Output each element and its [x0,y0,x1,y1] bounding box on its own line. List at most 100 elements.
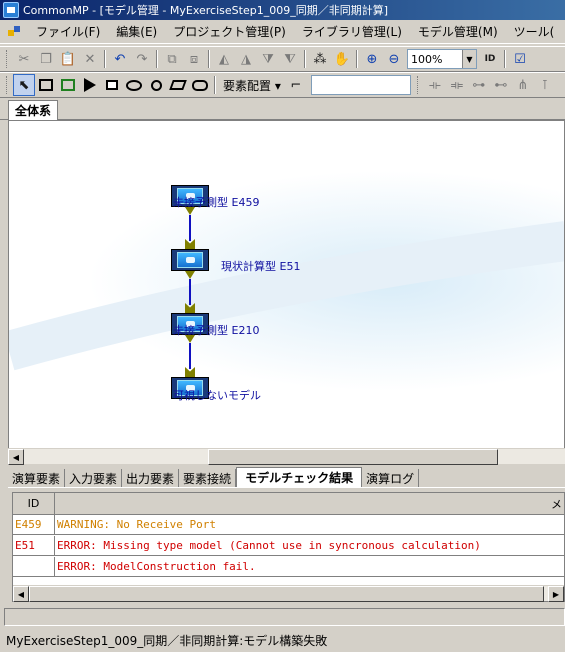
scroll-left-icon[interactable]: ◀ [8,449,24,465]
align-right-icon[interactable]: ⧩ [257,48,279,70]
tab-element-connections[interactable]: 要素接続 [179,469,237,487]
tab-calc-elements[interactable]: 演算要素 [8,469,66,487]
triangle-tool-icon[interactable] [79,74,101,96]
rounded-rect-tool-icon[interactable] [189,74,211,96]
toolbar-separator [214,76,216,94]
bring-front-icon[interactable]: ⧉ [161,48,183,70]
menu-tools[interactable]: ツール( [506,23,563,40]
toolbar-separator [156,50,158,68]
document-tab-strip: 全体系 [0,98,565,120]
send-back-icon[interactable]: ⧈ [183,48,205,70]
node-label: 可視しないモデル [173,389,261,402]
menu-model[interactable]: モデル管理(M) [410,23,506,40]
drawing-toolbar: ⬉ 要素配置 ▾ ⌐ ⟛ ⟚ ⊶ ⊷ ⋔ ⊺ [0,72,565,98]
toolbar-separator [104,50,106,68]
tab-model-check-results[interactable]: モデルチェック結果 [236,467,363,487]
title-bar[interactable]: CommonMP - [モデル管理 - MyExerciseStep1_009_… [0,0,565,20]
toolbar-text-input[interactable] [310,75,411,95]
output-port[interactable] [185,207,195,215]
layout-icon-2[interactable]: ⟚ [446,74,468,96]
paste-icon[interactable]: 📋 [57,48,79,70]
menu-edit[interactable]: 編集(E) [108,23,165,40]
dropdown-arrow-icon: ▾ [274,78,281,93]
zoom-in-icon[interactable]: ⊕ [361,48,383,70]
layout-icon-3[interactable]: ⊶ [468,74,490,96]
column-header-id[interactable]: ID [13,493,55,514]
toolbar-grip[interactable] [6,76,10,94]
table-row[interactable]: ERROR: ModelConstruction fail. [13,557,564,577]
connection-line[interactable] [189,343,191,369]
toolbar-separator [208,50,210,68]
canvas-horizontal-scrollbar[interactable]: ◀ [8,448,565,465]
zoom-out-icon[interactable]: ⊖ [383,48,405,70]
redo-icon[interactable]: ↷ [131,48,153,70]
copy-icon[interactable]: ❐ [35,48,57,70]
result-tab-strip: 演算要素 入力要素 出力要素 要素接続 モデルチェック結果 演算ログ [8,467,565,488]
toolbar-separator [356,50,358,68]
row-message: WARNING: No Receive Port [57,518,216,531]
row-message: ERROR: ModelConstruction fail. [57,560,256,573]
column-header-message[interactable]: メ [55,493,564,514]
row-message: ERROR: Missing type model (Cannot use in… [57,539,481,552]
menu-bar: ファイル(F) 編集(E) プロジェクト管理(P) ライブラリ管理(L) モデル… [0,20,565,44]
output-port[interactable] [185,335,195,343]
menu-library[interactable]: ライブラリ管理(L) [294,23,410,40]
tab-output-elements[interactable]: 出力要素 [122,469,180,487]
toolbar-separator [504,50,506,68]
document-icon[interactable] [8,24,24,40]
model-node[interactable] [171,249,209,271]
tab-calc-log[interactable]: 演算ログ [362,469,420,487]
layout-dropdown[interactable]: 要素配置 ▾ [219,77,285,94]
tab-whole-system[interactable]: 全体系 [8,100,59,120]
align-center-icon[interactable]: ◮ [235,48,257,70]
grid-horizontal-scrollbar[interactable]: ◀ ▶ [13,585,564,602]
status-bar: MyExerciseStep1_009_同期／非同期計算:モデル構築失敗 [0,628,565,652]
layout-icon-6[interactable]: ⊺ [534,74,556,96]
app-icon [3,2,19,18]
delete-icon[interactable]: ✕ [79,48,101,70]
align-top-icon[interactable]: ⧨ [279,48,301,70]
model-check-grid: ID メ E459 WARNING: No Receive Port E51 E… [12,492,565,602]
network-icon[interactable]: ⁂ [309,48,331,70]
green-rect-tool-icon[interactable] [57,74,79,96]
undo-icon[interactable]: ↶ [109,48,131,70]
connection-line[interactable] [189,279,191,305]
hand-pan-icon[interactable]: ✋ [331,48,353,70]
table-row[interactable]: E459 WARNING: No Receive Port [13,515,564,535]
scrollbar-thumb[interactable] [208,449,498,465]
table-row[interactable]: E51 ERROR: Missing type model (Cannot us… [13,536,564,556]
menu-file[interactable]: ファイル(F) [28,23,108,40]
toolbar-separator [304,50,306,68]
chevron-down-icon[interactable]: ▼ [462,50,476,68]
output-port[interactable] [185,271,195,279]
circle-tool-icon[interactable] [145,74,167,96]
scrollbar-thumb[interactable] [29,586,544,602]
model-canvas[interactable]: 未接予測型 E459 現状計算型 E51 未接予測型 E210 可視しないモデル [8,120,565,450]
application-window: CommonMP - [モデル管理 - MyExerciseStep1_009_… [0,0,565,652]
zoom-select[interactable]: 100% ▼ [407,49,477,69]
rect-tool-icon[interactable] [35,74,57,96]
menu-project[interactable]: プロジェクト管理(P) [165,23,294,40]
row-id: E51 [13,536,55,555]
parallelogram-tool-icon[interactable] [167,74,189,96]
layout-icon-1[interactable]: ⟛ [424,74,446,96]
grid-header: ID メ [13,493,564,515]
toolbar-grip[interactable] [6,50,10,68]
scroll-left-icon[interactable]: ◀ [13,586,29,602]
connector-icon[interactable]: ⌐ [285,74,307,96]
cut-icon[interactable]: ✂ [13,48,35,70]
layout-icon-5[interactable]: ⋔ [512,74,534,96]
row-id: E459 [13,515,55,534]
layout-icon-4[interactable]: ⊷ [490,74,512,96]
scroll-right-icon[interactable]: ▶ [548,586,564,602]
row-id [13,557,55,576]
tab-input-elements[interactable]: 入力要素 [65,469,123,487]
toolbar-grip[interactable] [416,76,421,94]
ellipse-tool-icon[interactable] [123,74,145,96]
model-check-icon[interactable]: ☑ [509,48,531,70]
filled-rect-tool-icon[interactable] [101,74,123,96]
pointer-icon[interactable]: ⬉ [13,74,35,96]
align-left-icon[interactable]: ◭ [213,48,235,70]
connection-line[interactable] [189,215,191,241]
id-toggle-icon[interactable]: ID [479,48,501,70]
